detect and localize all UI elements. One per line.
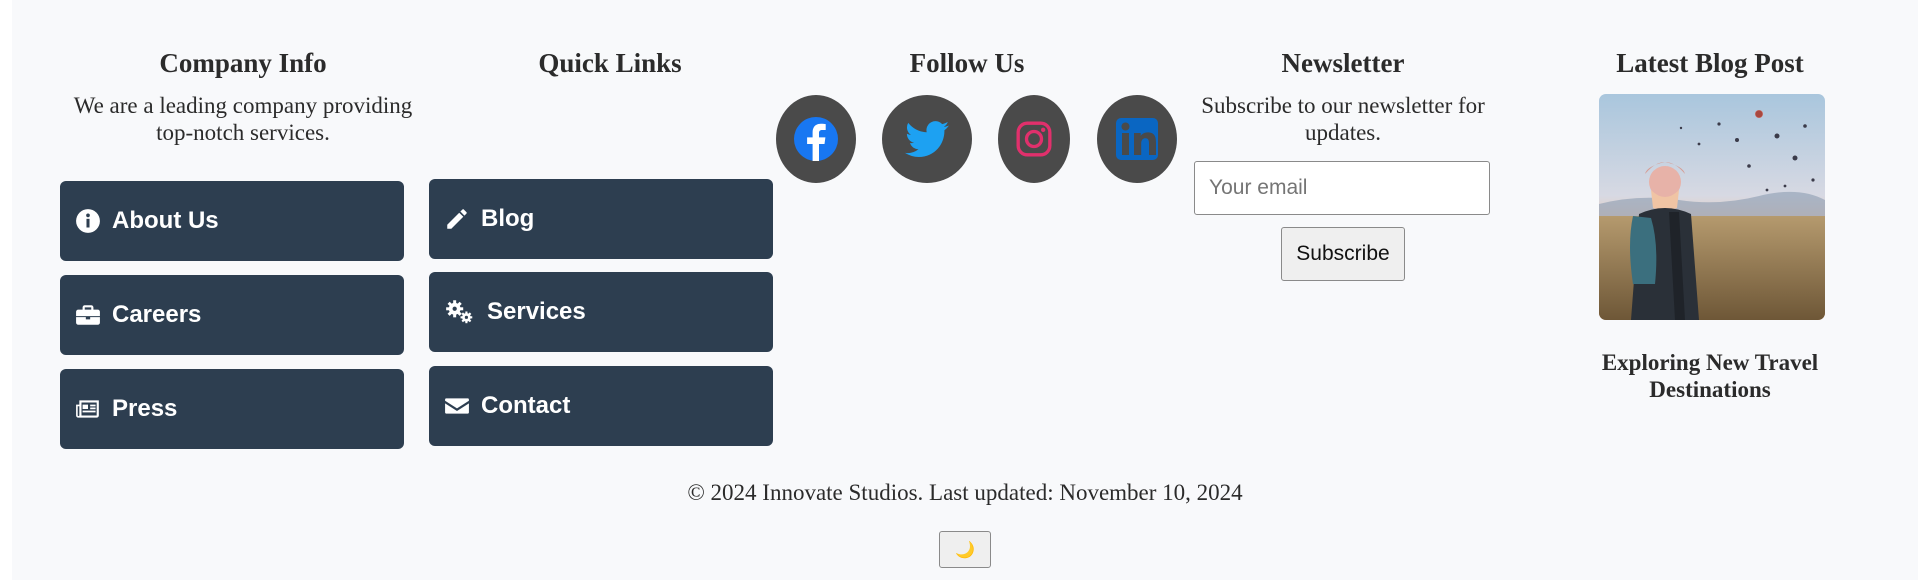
services-button[interactable]: Services xyxy=(429,272,773,352)
services-label: Services xyxy=(487,298,586,325)
linkedin-link[interactable] xyxy=(1097,95,1177,183)
moon-icon: 🌙 xyxy=(955,541,975,559)
blog-post-title[interactable]: Exploring New Travel Destinations xyxy=(1567,349,1853,403)
blog-button[interactable]: Blog xyxy=(429,179,773,259)
newspaper-icon xyxy=(74,395,102,423)
theme-toggle-button[interactable]: 🌙 xyxy=(939,531,991,568)
contact-button[interactable]: Contact xyxy=(429,366,773,446)
company-description: We are a leading company providing top-n… xyxy=(73,93,413,145)
copyright-text: © 2024 Innovate Studios. Last updated: N… xyxy=(687,480,1243,505)
site-footer: Company Info We are a leading company pr… xyxy=(12,0,1918,580)
newsletter-description: Subscribe to our newsletter for updates. xyxy=(1201,93,1485,145)
quick-links-heading: Quick Links xyxy=(538,48,682,78)
linkedin-icon xyxy=(1116,118,1158,160)
blog-post-image[interactable] xyxy=(1599,94,1825,320)
email-field[interactable] xyxy=(1194,161,1490,215)
follow-us-heading: Follow Us xyxy=(909,48,1025,78)
press-button[interactable]: Press xyxy=(60,369,404,449)
envelope-icon xyxy=(443,392,471,420)
pencil-icon xyxy=(443,205,471,233)
newsletter-heading: Newsletter xyxy=(1281,48,1405,78)
briefcase-icon xyxy=(74,301,102,329)
company-info-heading: Company Info xyxy=(159,48,327,78)
instagram-icon xyxy=(1016,121,1052,157)
facebook-link[interactable] xyxy=(776,95,856,183)
contact-label: Contact xyxy=(481,392,571,419)
subscribe-button[interactable]: Subscribe xyxy=(1281,227,1405,281)
instagram-link[interactable] xyxy=(998,95,1070,183)
info-circle-icon xyxy=(74,207,102,235)
cogs-icon xyxy=(443,298,477,326)
facebook-icon xyxy=(794,117,838,161)
about-us-button[interactable]: About Us xyxy=(60,181,404,261)
twitter-icon xyxy=(905,121,949,157)
careers-button[interactable]: Careers xyxy=(60,275,404,355)
latest-blog-heading: Latest Blog Post xyxy=(1616,48,1804,78)
about-us-label: About Us xyxy=(112,207,219,234)
careers-label: Careers xyxy=(112,301,202,328)
blog-label: Blog xyxy=(481,205,535,232)
twitter-link[interactable] xyxy=(882,95,972,183)
press-label: Press xyxy=(112,395,178,422)
